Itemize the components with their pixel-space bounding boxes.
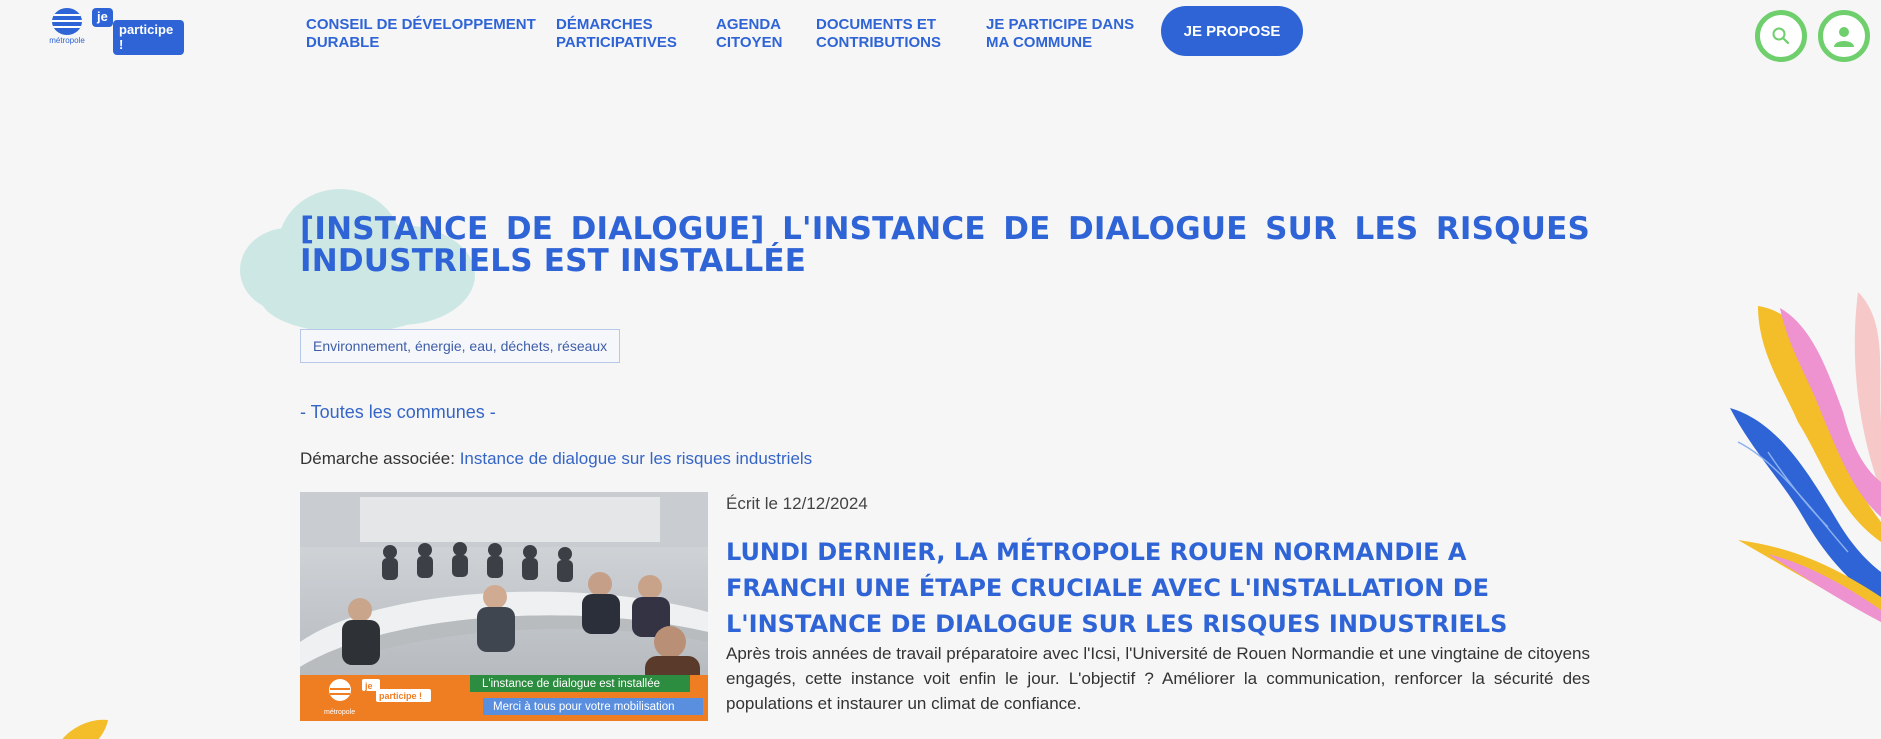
- logo-participe-text: participe !: [113, 20, 184, 55]
- meeting-photo: métropole je participe ! L'instance de d…: [300, 492, 708, 721]
- je-propose-button[interactable]: JE PROPOSE: [1161, 6, 1303, 56]
- article-title[interactable]: Lundi dernier, la Métropole Rouen Norman…: [726, 534, 1590, 642]
- image-logo-je: je: [364, 681, 373, 691]
- site-header: métropole je participe ! Conseil de déve…: [0, 0, 1881, 62]
- image-logo-metropole: métropole: [324, 709, 355, 716]
- demarche-link[interactable]: Instance de dialogue sur les risques ind…: [460, 449, 812, 468]
- nav-agenda-citoyen[interactable]: Agenda citoyen: [716, 16, 782, 52]
- metropole-logo-text: métropole: [49, 36, 85, 45]
- nav-je-participe-commune[interactable]: Je participe dans ma commune: [986, 16, 1134, 52]
- nav-conseil-developpement[interactable]: Conseil de développement durable: [306, 16, 536, 52]
- demarche-label: Démarche associée:: [300, 449, 455, 468]
- article-date: Écrit le 12/12/2024: [726, 494, 868, 513]
- article-excerpt: Après trois années de travail préparatoi…: [726, 644, 1590, 713]
- nav-demarches-participatives[interactable]: Démarches participatives: [556, 16, 677, 52]
- search-icon: [1772, 27, 1790, 45]
- leaf-decoration: [62, 719, 108, 739]
- theme-tag[interactable]: Environnement, énergie, eau, déchets, ré…: [300, 329, 621, 363]
- associated-demarche: Démarche associée: Instance de dialogue …: [300, 449, 812, 469]
- speech-tail-icon: [170, 39, 178, 48]
- image-banner-text-1: L'instance de dialogue est installée: [482, 678, 660, 690]
- user-icon: [1834, 27, 1854, 47]
- communes-label: - Toutes les communes -: [300, 402, 496, 422]
- metropole-logo[interactable]: métropole: [48, 8, 86, 50]
- image-banner-text-2: Merci à tous pour votre mobilisation: [493, 701, 675, 713]
- user-account-button[interactable]: [1818, 10, 1870, 62]
- nav-documents-contributions[interactable]: Documents et contributions: [816, 16, 941, 52]
- article-image[interactable]: métropole je participe ! L'instance de d…: [300, 492, 708, 721]
- globe-icon: [52, 8, 82, 35]
- leaves-decoration: [1730, 292, 1881, 622]
- je-participe-logo[interactable]: je participe !: [92, 7, 184, 55]
- image-logo-participe: participe !: [379, 691, 422, 701]
- search-button[interactable]: [1755, 10, 1807, 62]
- logo-je-text: je: [92, 8, 113, 27]
- page-title: [Instance de dialogue] L'instance de dia…: [300, 211, 1590, 279]
